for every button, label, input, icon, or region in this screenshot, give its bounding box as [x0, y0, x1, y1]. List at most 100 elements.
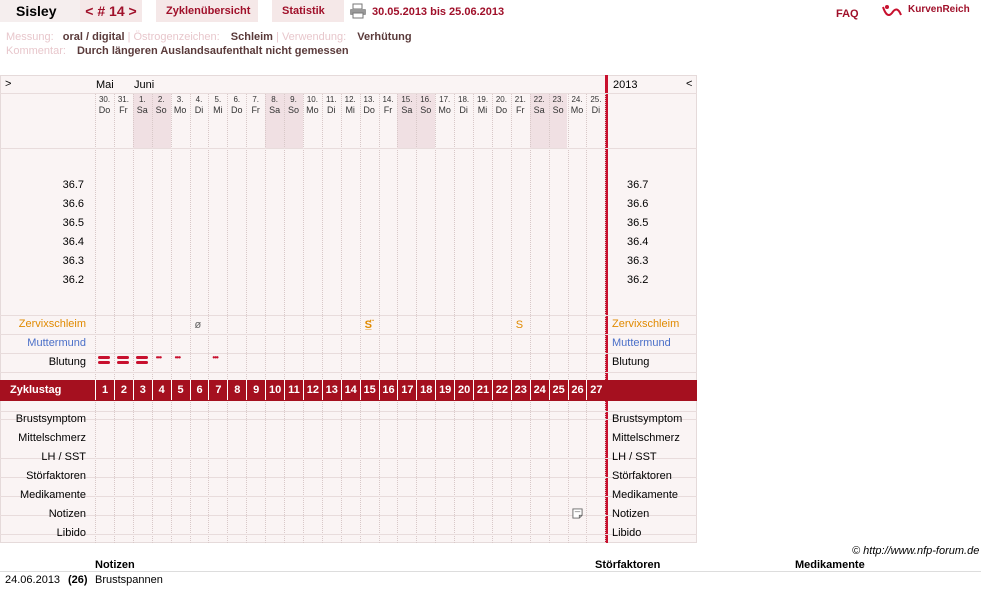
- row-grid-line: [0, 148, 697, 149]
- row-label-bleeding: Blutung: [612, 356, 650, 368]
- weekday: Di: [194, 105, 204, 115]
- cycle-day-number: 18: [416, 380, 435, 400]
- day-header: 2. So: [152, 95, 171, 115]
- chart-nav-right[interactable]: <: [686, 78, 692, 90]
- brand-logo-icon[interactable]: [881, 3, 903, 21]
- row-label-mucus: Zervixschleim: [612, 318, 680, 330]
- row-grid-line: [0, 496, 697, 497]
- day-number: 5.: [214, 95, 222, 104]
- day-number: 19.: [476, 95, 489, 104]
- brand-name[interactable]: KurvenReich: [908, 2, 970, 18]
- tab-statistics[interactable]: Statistik: [272, 0, 344, 22]
- bleeding-heavy-mark: [98, 361, 110, 364]
- day-number: 4.: [195, 95, 203, 104]
- cycle-day-number: 1: [95, 380, 114, 400]
- weekday: Sa: [269, 105, 281, 115]
- cycle-day-number: 19: [435, 380, 454, 400]
- print-icon[interactable]: [349, 3, 367, 19]
- day-header: 30. Do: [95, 95, 114, 115]
- weekday: Do: [98, 105, 111, 115]
- row-label-disturb: Störfaktoren: [26, 470, 86, 482]
- day-number: 30.: [98, 95, 111, 104]
- day-grid-line: [340, 94, 342, 543]
- temp-label-right: 36.6: [627, 198, 649, 210]
- cycle-day-number: 4: [151, 380, 171, 400]
- credit[interactable]: © http://www.nfp-forum.de: [852, 545, 979, 557]
- notes-header: Notizen: [95, 559, 135, 571]
- day-grid-line: [246, 94, 248, 543]
- cycle-day-number: 21: [473, 380, 492, 400]
- faq-link[interactable]: FAQ: [836, 4, 859, 24]
- cycle-day-number: 24: [529, 380, 549, 400]
- day-grid-line: [321, 94, 323, 543]
- cycle-day-number: 5: [170, 380, 190, 400]
- row-label-libido: Libido: [56, 527, 86, 539]
- day-number: 3.: [176, 95, 184, 104]
- day-header: 24. Mo: [568, 95, 587, 115]
- tab-cycle-overview[interactable]: Zyklenübersicht: [156, 0, 258, 22]
- weekday: Mo: [306, 105, 319, 115]
- cycle-navigator[interactable]: < # 14 >: [80, 0, 142, 22]
- weekday: So: [552, 105, 564, 115]
- day-grid-line: [491, 94, 493, 543]
- cycle-day-number: 26: [567, 380, 587, 400]
- temp-label-left: 36.3: [62, 255, 84, 267]
- weekday: Sa: [136, 105, 148, 115]
- weekday: Di: [591, 105, 601, 115]
- day-number: 17.: [439, 95, 451, 104]
- day-number: 22.: [533, 95, 545, 104]
- cycle-day-number: 2: [113, 380, 133, 400]
- day-header: 23. So: [549, 95, 568, 115]
- temp-label-left: 36.4: [62, 236, 84, 248]
- day-grid-line: [95, 94, 96, 543]
- day-number: 14.: [382, 95, 394, 104]
- day-number: 24.: [571, 95, 583, 104]
- chart-nav-left[interactable]: >: [5, 78, 11, 90]
- row-label-mucus: Zervixschleim: [18, 318, 86, 330]
- weekday: Do: [363, 105, 375, 115]
- day-number: 18.: [458, 95, 470, 104]
- measurement-info: Messung: oral / digital | Östrogenzeiche…: [6, 31, 412, 43]
- day-grid-line: [284, 94, 285, 543]
- day-header: 18. Di: [454, 95, 473, 115]
- day-header: 22. Sa: [530, 95, 549, 115]
- cycle-day-number: 16: [378, 380, 398, 400]
- comment-info: Kommentar: Durch längeren Auslandsaufent…: [6, 45, 349, 57]
- day-grid-line: [132, 94, 134, 543]
- day-number: 2.: [157, 95, 165, 104]
- row-grid-line: [0, 515, 697, 516]
- temp-label-right: 36.2: [627, 274, 649, 286]
- day-header: 6. Do: [227, 95, 246, 115]
- day-header: 17. Mo: [435, 95, 454, 115]
- day-grid-line: [454, 94, 456, 543]
- bleeding-light-mark: •••: [212, 353, 218, 362]
- temp-label-left: 36.5: [62, 217, 84, 229]
- cycle-day-number: 11: [284, 380, 303, 400]
- bleeding-heavy-mark: [98, 356, 110, 359]
- weekday: So: [420, 105, 432, 115]
- profile-name: Sisley: [0, 0, 82, 22]
- cycle-day-number: 8: [227, 380, 246, 400]
- temp-label-left: 36.2: [62, 274, 84, 286]
- disturb-header: Störfaktoren: [595, 559, 661, 571]
- row-label-breast: Brustsymptom: [15, 413, 86, 425]
- meds-header: Medikamente: [795, 559, 865, 571]
- cycle-day-number: 27: [586, 380, 605, 400]
- day-header: 9. So: [284, 95, 303, 115]
- row-label-lh: LH / SST: [612, 451, 657, 463]
- day-header: 7. Fr: [246, 95, 265, 115]
- weekday: Mo: [173, 105, 187, 115]
- day-grid-line: [170, 94, 172, 543]
- note-icon[interactable]: [571, 508, 583, 519]
- day-number: 6.: [233, 95, 241, 104]
- weekday: Di: [459, 105, 468, 115]
- bleeding-heavy-mark: [116, 361, 129, 364]
- day-grid-line: [605, 94, 607, 543]
- day-grid-line: [302, 94, 304, 543]
- cycle-day-number: 6: [189, 380, 209, 400]
- day-grid-line: [359, 94, 361, 543]
- cycle-day-number: 9: [246, 380, 265, 400]
- day-header: 15. Sa: [397, 95, 416, 115]
- weekday: Sa: [533, 105, 545, 115]
- day-header: 31. Fr: [114, 95, 133, 115]
